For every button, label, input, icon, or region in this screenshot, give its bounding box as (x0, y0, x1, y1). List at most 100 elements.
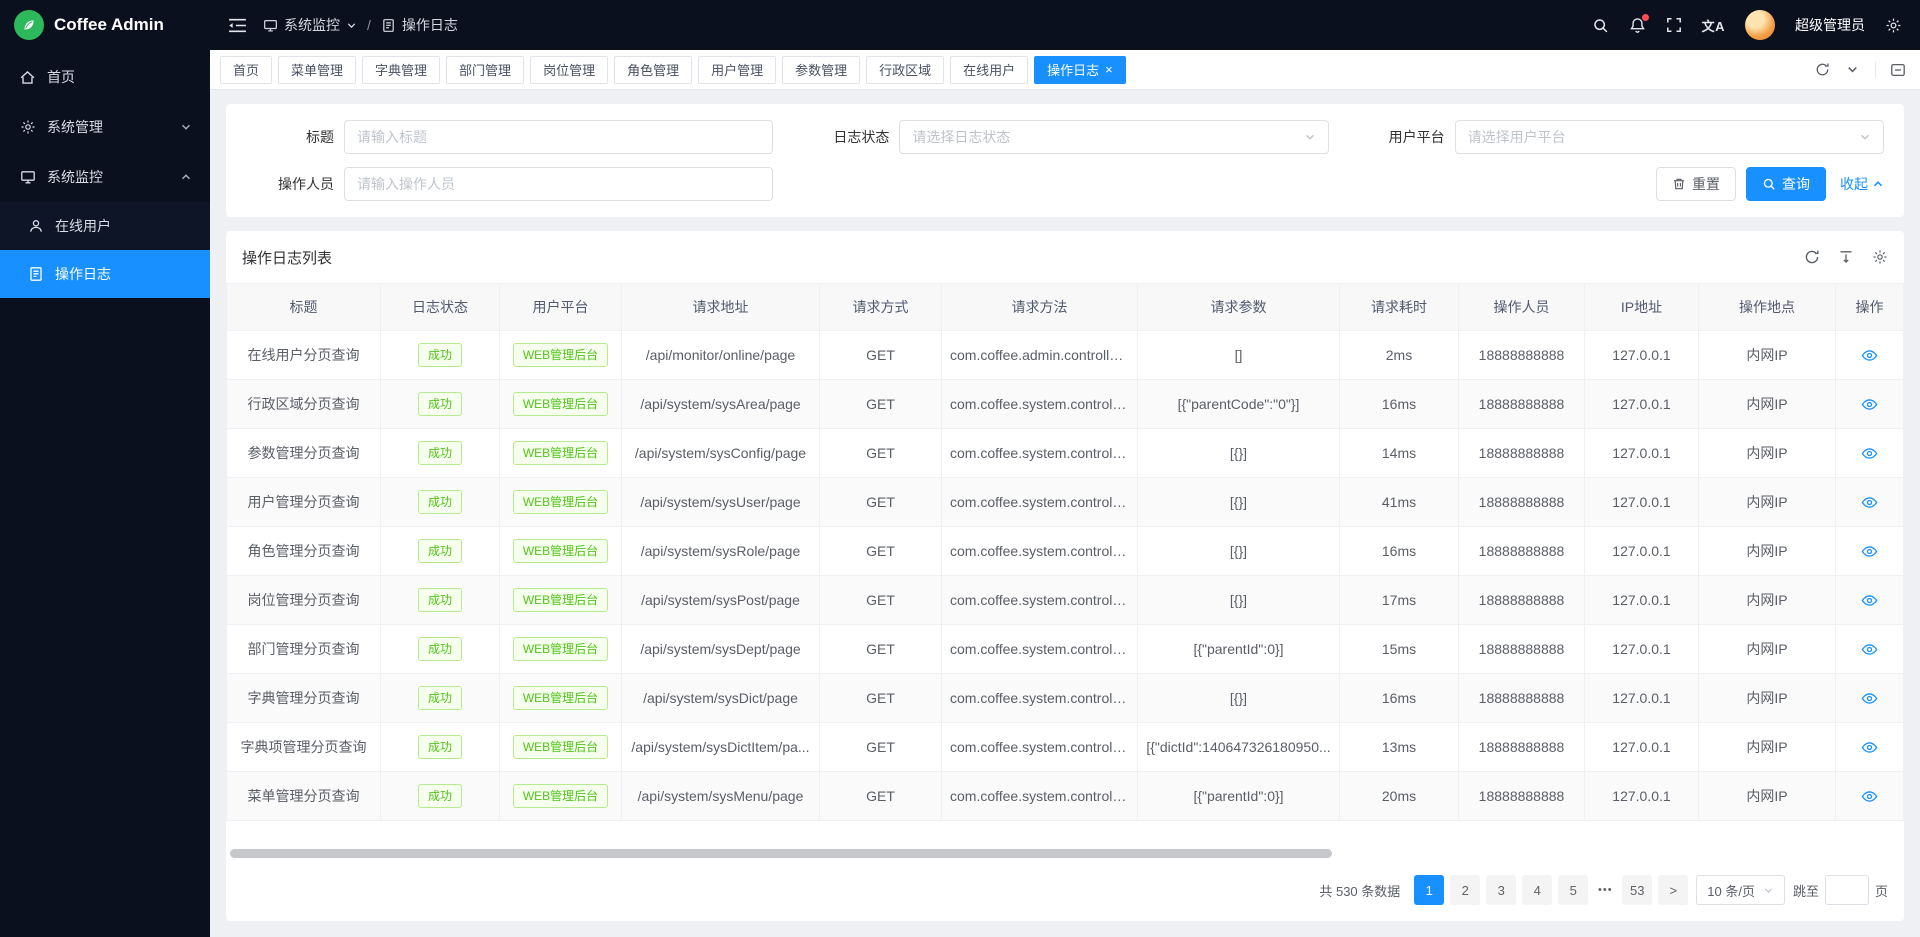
status-badge: 成功 (418, 392, 462, 416)
sidebar-item-online-users[interactable]: 在线用户 (0, 202, 210, 250)
reset-button[interactable]: 重置 (1656, 167, 1736, 201)
operator-input[interactable] (344, 167, 773, 201)
jump-page-input[interactable] (1825, 875, 1869, 905)
main-area: 系统监控 / 操作日志 (210, 0, 1920, 937)
page-button[interactable]: 5 (1558, 875, 1588, 905)
cell-ip-address: 127.0.0.1 (1585, 723, 1699, 772)
cell-request-params: [{}] (1138, 674, 1340, 723)
page-button[interactable]: 3 (1486, 875, 1516, 905)
cell-request-params: [{"parentId":0}] (1138, 625, 1340, 674)
cell-title: 参数管理分页查询 (227, 429, 381, 478)
cell-request-params: [{}] (1138, 527, 1340, 576)
cell-title: 部门管理分页查询 (227, 625, 381, 674)
view-detail-eye-icon[interactable] (1861, 543, 1878, 560)
table-row: 菜单管理分页查询成功WEB管理后台/api/system/sysMenu/pag… (227, 772, 1904, 821)
breadcrumb-label: 系统监控 (284, 15, 340, 35)
cell-request-url: /api/system/sysRole/page (622, 527, 820, 576)
notification-bell-icon[interactable] (1629, 17, 1646, 34)
tab[interactable]: 行政区域 (866, 56, 944, 84)
avatar[interactable] (1745, 10, 1775, 40)
settings-gear-icon[interactable] (1885, 17, 1902, 34)
page-button[interactable]: 1 (1414, 875, 1444, 905)
tab[interactable]: 部门管理 (446, 56, 524, 84)
cell-request-url: /api/system/sysConfig/page (622, 429, 820, 478)
cell-log-status: 成功 (381, 429, 500, 478)
username[interactable]: 超级管理员 (1795, 15, 1865, 35)
cell-request-duration: 17ms (1340, 576, 1459, 625)
tab[interactable]: 参数管理 (782, 56, 860, 84)
column-header: 请求耗时 (1340, 284, 1459, 331)
search-icon[interactable] (1592, 17, 1609, 34)
app-root: Coffee Admin 首页 系统管理 (0, 0, 1920, 937)
view-detail-eye-icon[interactable] (1861, 690, 1878, 707)
platform-badge: WEB管理后台 (513, 588, 608, 612)
view-detail-eye-icon[interactable] (1861, 347, 1878, 364)
chevron-down-icon (1304, 131, 1316, 143)
cell-request-method: GET (820, 429, 942, 478)
tab-close-icon[interactable]: × (1105, 63, 1113, 76)
view-detail-eye-icon[interactable] (1861, 739, 1878, 756)
view-detail-eye-icon[interactable] (1861, 592, 1878, 609)
cell-request-duration: 14ms (1340, 429, 1459, 478)
tab[interactable]: 首页 (220, 56, 272, 84)
tab[interactable]: 在线用户 (950, 56, 1028, 84)
user-platform-select[interactable]: 请选择用户平台 (1455, 120, 1884, 154)
cell-operator: 18888888888 (1459, 674, 1585, 723)
chevron-down-icon[interactable] (1846, 63, 1859, 76)
next-page-button[interactable]: > (1658, 875, 1688, 905)
sidebar-item-system-management[interactable]: 系统管理 (0, 102, 210, 152)
tab[interactable]: 用户管理 (698, 56, 776, 84)
pager-more-icon[interactable]: ••• (1594, 884, 1616, 896)
view-detail-eye-icon[interactable] (1861, 396, 1878, 413)
cell-action (1836, 331, 1904, 380)
filter-actions: 重置 查询 收起 (801, 167, 1884, 201)
page-button[interactable]: 4 (1522, 875, 1552, 905)
view-detail-eye-icon[interactable] (1861, 788, 1878, 805)
page-size-select[interactable]: 10 条/页 (1696, 875, 1785, 905)
cell-request-function: com.coffee.system.controlle... (942, 772, 1138, 821)
select-placeholder: 请选择用户平台 (1468, 127, 1566, 147)
view-detail-eye-icon[interactable] (1861, 445, 1878, 462)
cell-ip-address: 127.0.0.1 (1585, 674, 1699, 723)
sidebar-item-home[interactable]: 首页 (0, 52, 210, 102)
title-input[interactable] (344, 120, 773, 154)
table-row: 字典项管理分页查询成功WEB管理后台/api/system/sysDictIte… (227, 723, 1904, 772)
platform-badge: WEB管理后台 (513, 490, 608, 514)
tab[interactable]: 字典管理 (362, 56, 440, 84)
logo-leaf-icon (14, 10, 44, 40)
view-detail-eye-icon[interactable] (1861, 494, 1878, 511)
tab[interactable]: 操作日志× (1034, 56, 1126, 84)
query-button[interactable]: 查询 (1746, 167, 1826, 201)
cell-operator: 18888888888 (1459, 625, 1585, 674)
list-title: 操作日志列表 (242, 247, 332, 268)
tab[interactable]: 岗位管理 (530, 56, 608, 84)
cell-request-params: [] (1138, 331, 1340, 380)
row-density-icon[interactable] (1838, 249, 1854, 265)
log-status-select[interactable]: 请选择日志状态 (899, 120, 1328, 154)
view-detail-eye-icon[interactable] (1861, 641, 1878, 658)
sidebar-item-operation-log[interactable]: 操作日志 (0, 250, 210, 298)
tab[interactable]: 菜单管理 (278, 56, 356, 84)
collapse-sidebar-icon[interactable] (228, 17, 247, 34)
refresh-icon[interactable] (1815, 62, 1830, 77)
cell-operator: 18888888888 (1459, 478, 1585, 527)
breadcrumb-item-monitor[interactable]: 系统监控 (263, 15, 357, 35)
page-button[interactable]: 2 (1450, 875, 1480, 905)
table-row: 在线用户分页查询成功WEB管理后台/api/monitor/online/pag… (227, 331, 1904, 380)
column-header: 操作人员 (1459, 284, 1585, 331)
page-button[interactable]: 53 (1622, 875, 1652, 905)
refresh-icon[interactable] (1804, 249, 1820, 265)
collapse-filter-link[interactable]: 收起 (1840, 174, 1884, 194)
sidebar-item-system-monitor[interactable]: 系统监控 (0, 152, 210, 202)
content-fullscreen-icon[interactable] (1875, 62, 1906, 78)
translate-icon[interactable]: 文A (1702, 16, 1725, 35)
cell-user-platform: WEB管理后台 (500, 331, 622, 380)
scrollbar-thumb[interactable] (230, 849, 1332, 858)
tab-label: 部门管理 (459, 60, 511, 79)
fullscreen-icon[interactable] (1666, 17, 1682, 33)
column-settings-gear-icon[interactable] (1872, 249, 1888, 265)
tab-bar: 首页菜单管理字典管理部门管理岗位管理角色管理用户管理参数管理行政区域在线用户操作… (210, 50, 1920, 90)
cell-request-method: GET (820, 331, 942, 380)
tab-tools (1815, 62, 1910, 78)
tab[interactable]: 角色管理 (614, 56, 692, 84)
